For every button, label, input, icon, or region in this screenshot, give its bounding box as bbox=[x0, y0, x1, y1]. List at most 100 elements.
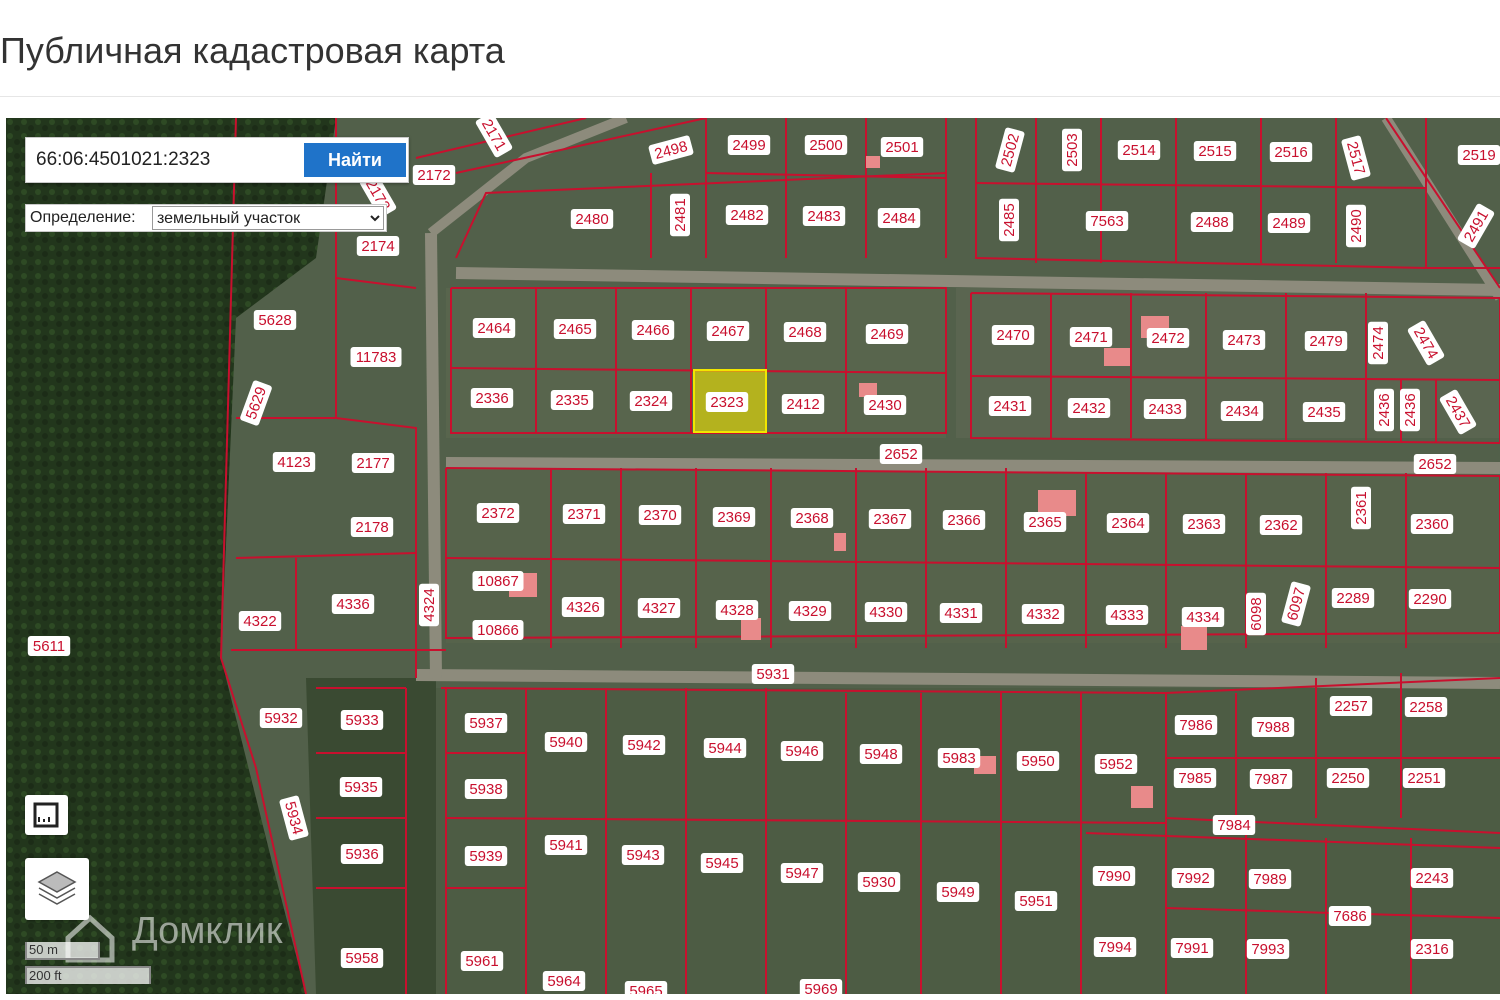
plot-label-2433[interactable]: 2433 bbox=[1143, 399, 1187, 419]
plot-label-5949[interactable]: 5949 bbox=[936, 882, 980, 902]
plot-label-5931[interactable]: 5931 bbox=[751, 664, 795, 684]
plot-label-2436[interactable]: 2436 bbox=[1400, 388, 1420, 432]
measure-button[interactable] bbox=[25, 795, 68, 835]
plot-label-2178[interactable]: 2178 bbox=[350, 517, 394, 537]
plot-label-2361[interactable]: 2361 bbox=[1351, 486, 1371, 530]
plot-label-2515[interactable]: 2515 bbox=[1193, 141, 1237, 161]
plot-label-4327[interactable]: 4327 bbox=[637, 598, 681, 618]
plot-label-7994[interactable]: 7994 bbox=[1093, 937, 1137, 957]
plot-label-7987[interactable]: 7987 bbox=[1249, 769, 1293, 789]
plot-label-2500[interactable]: 2500 bbox=[804, 135, 848, 155]
plot-label-2503[interactable]: 2503 bbox=[1062, 128, 1082, 172]
plot-label-2370[interactable]: 2370 bbox=[638, 505, 682, 525]
plot-label-4324[interactable]: 4324 bbox=[419, 583, 439, 627]
plot-label-5983[interactable]: 5983 bbox=[937, 748, 981, 768]
plot-label-2434[interactable]: 2434 bbox=[1220, 401, 1264, 421]
plot-label-2366[interactable]: 2366 bbox=[942, 510, 986, 530]
plot-label-5961[interactable]: 5961 bbox=[460, 951, 504, 971]
plot-label-4336[interactable]: 4336 bbox=[331, 594, 375, 614]
plot-label-7990[interactable]: 7990 bbox=[1092, 866, 1136, 886]
plot-label-5952[interactable]: 5952 bbox=[1094, 754, 1138, 774]
plot-label-5944[interactable]: 5944 bbox=[703, 738, 747, 758]
plot-label-5942[interactable]: 5942 bbox=[622, 735, 666, 755]
plot-label-2514[interactable]: 2514 bbox=[1117, 140, 1161, 160]
plot-label-4329[interactable]: 4329 bbox=[788, 601, 832, 621]
plot-label-5965[interactable]: 5965 bbox=[624, 981, 668, 994]
plot-label-5951[interactable]: 5951 bbox=[1014, 891, 1058, 911]
plot-label-5938[interactable]: 5938 bbox=[464, 779, 508, 799]
plot-label-2289[interactable]: 2289 bbox=[1331, 588, 1375, 608]
plot-label-2290[interactable]: 2290 bbox=[1408, 589, 1452, 609]
plot-label-2474[interactable]: 2474 bbox=[1368, 321, 1388, 365]
plot-label-2430[interactable]: 2430 bbox=[863, 395, 907, 415]
plot-label-5950[interactable]: 5950 bbox=[1016, 751, 1060, 771]
plot-label-2372[interactable]: 2372 bbox=[476, 503, 520, 523]
plot-label-2367[interactable]: 2367 bbox=[868, 509, 912, 529]
plot-label-2490[interactable]: 2490 bbox=[1346, 204, 1366, 248]
plot-label-2485[interactable]: 2485 bbox=[999, 198, 1019, 242]
plot-label-10866[interactable]: 10866 bbox=[472, 620, 524, 640]
plot-label-2257[interactable]: 2257 bbox=[1329, 696, 1373, 716]
plot-label-7984[interactable]: 7984 bbox=[1212, 815, 1256, 835]
plot-label-10867[interactable]: 10867 bbox=[472, 571, 524, 591]
plot-label-2316[interactable]: 2316 bbox=[1410, 939, 1454, 959]
plot-label-2472[interactable]: 2472 bbox=[1146, 328, 1190, 348]
plot-label-5937[interactable]: 5937 bbox=[464, 713, 508, 733]
plot-label-2489[interactable]: 2489 bbox=[1267, 213, 1311, 233]
plot-label-5964[interactable]: 5964 bbox=[542, 971, 586, 991]
plot-label-2250[interactable]: 2250 bbox=[1326, 768, 1370, 788]
plot-label-5935[interactable]: 5935 bbox=[339, 777, 383, 797]
plot-label-2482[interactable]: 2482 bbox=[725, 205, 769, 225]
plot-label-4322[interactable]: 4322 bbox=[238, 611, 282, 631]
plot-label-2336[interactable]: 2336 bbox=[470, 388, 514, 408]
plot-label-4334[interactable]: 4334 bbox=[1181, 607, 1225, 627]
plot-label-2467[interactable]: 2467 bbox=[706, 321, 750, 341]
plot-label-5930[interactable]: 5930 bbox=[857, 872, 901, 892]
plot-label-4332[interactable]: 4332 bbox=[1021, 604, 1065, 624]
plot-label-2483[interactable]: 2483 bbox=[802, 206, 846, 226]
plot-label-5932[interactable]: 5932 bbox=[259, 708, 303, 728]
plot-label-2468[interactable]: 2468 bbox=[783, 322, 827, 342]
plot-label-2365[interactable]: 2365 bbox=[1023, 512, 1067, 532]
plot-label-2251[interactable]: 2251 bbox=[1402, 768, 1446, 788]
plot-label-2436[interactable]: 2436 bbox=[1374, 388, 1394, 432]
plot-label-4333[interactable]: 4333 bbox=[1105, 605, 1149, 625]
plot-label-2471[interactable]: 2471 bbox=[1069, 327, 1113, 347]
plot-label-5628[interactable]: 5628 bbox=[253, 310, 297, 330]
plot-label-7991[interactable]: 7991 bbox=[1170, 938, 1214, 958]
plot-label-2368[interactable]: 2368 bbox=[790, 508, 834, 528]
plot-label-5936[interactable]: 5936 bbox=[340, 844, 384, 864]
plot-label-2516[interactable]: 2516 bbox=[1269, 142, 1313, 162]
plot-label-4331[interactable]: 4331 bbox=[939, 603, 983, 623]
plot-label-7992[interactable]: 7992 bbox=[1171, 868, 1215, 888]
plot-label-7986[interactable]: 7986 bbox=[1174, 715, 1218, 735]
plot-label-5941[interactable]: 5941 bbox=[544, 835, 588, 855]
plot-label-2364[interactable]: 2364 bbox=[1106, 513, 1150, 533]
plot-label-5933[interactable]: 5933 bbox=[340, 710, 384, 730]
plot-label-7563[interactable]: 7563 bbox=[1085, 211, 1129, 231]
plot-label-2369[interactable]: 2369 bbox=[712, 507, 756, 527]
plot-label-5945[interactable]: 5945 bbox=[700, 853, 744, 873]
plot-label-5939[interactable]: 5939 bbox=[464, 846, 508, 866]
plot-label-2473[interactable]: 2473 bbox=[1222, 330, 1266, 350]
plot-label-2177[interactable]: 2177 bbox=[351, 453, 395, 473]
plot-label-2323[interactable]: 2323 bbox=[705, 392, 749, 412]
cadastral-map[interactable]: 2171 2172 2173 2174 2498 2499 2500 2501 2502 2503… bbox=[6, 118, 1500, 994]
plot-label-7988[interactable]: 7988 bbox=[1251, 717, 1295, 737]
plot-label-2464[interactable]: 2464 bbox=[472, 318, 516, 338]
plot-label-7993[interactable]: 7993 bbox=[1246, 939, 1290, 959]
plot-label-4330[interactable]: 4330 bbox=[864, 602, 908, 622]
plot-label-2412[interactable]: 2412 bbox=[781, 394, 825, 414]
plot-label-7686[interactable]: 7686 bbox=[1328, 906, 1372, 926]
plot-label-4328[interactable]: 4328 bbox=[715, 600, 759, 620]
search-button[interactable]: Найти bbox=[304, 143, 406, 177]
plot-label-2174[interactable]: 2174 bbox=[356, 236, 400, 256]
plot-label-4123[interactable]: 4123 bbox=[272, 452, 316, 472]
plot-label-5948[interactable]: 5948 bbox=[859, 744, 903, 764]
definition-select[interactable]: земельный участок bbox=[152, 206, 384, 230]
plot-label-5940[interactable]: 5940 bbox=[544, 732, 588, 752]
plot-label-2431[interactable]: 2431 bbox=[988, 396, 1032, 416]
plot-label-2324[interactable]: 2324 bbox=[629, 391, 673, 411]
plot-label-2469[interactable]: 2469 bbox=[865, 324, 909, 344]
plot-label-2362[interactable]: 2362 bbox=[1259, 515, 1303, 535]
